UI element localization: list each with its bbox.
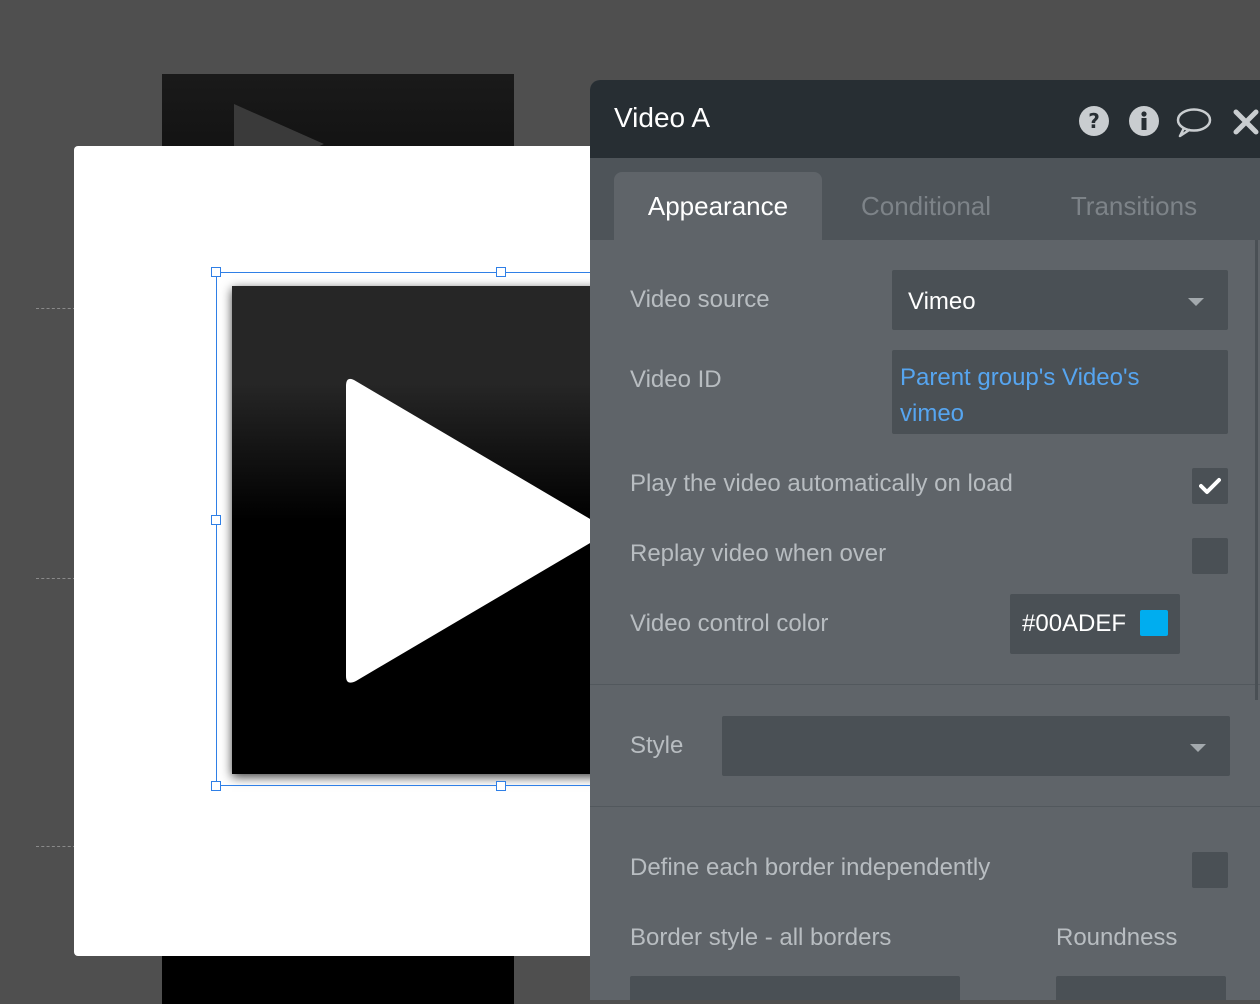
- replay-checkbox[interactable]: [1192, 538, 1228, 574]
- border-style-label: Border style - all borders: [630, 924, 892, 951]
- section-divider: [590, 684, 1260, 685]
- video-source-label: Video source: [630, 286, 770, 313]
- resize-handle-bottom-left[interactable]: [211, 781, 221, 791]
- close-icon[interactable]: [1232, 108, 1260, 136]
- border-style-dropdown[interactable]: [630, 976, 960, 1000]
- control-color-picker[interactable]: #00ADEF: [1010, 594, 1180, 654]
- roundness-input[interactable]: [1056, 976, 1226, 1000]
- replay-label: Replay video when over: [630, 540, 887, 567]
- help-icon[interactable]: ?: [1078, 105, 1110, 137]
- control-color-label: Video control color: [630, 610, 829, 637]
- roundness-label: Roundness: [1056, 924, 1178, 951]
- section-divider: [590, 806, 1260, 807]
- autoplay-checkbox[interactable]: [1192, 468, 1228, 504]
- resize-handle-bottom[interactable]: [496, 781, 506, 791]
- panel-title: Video A: [614, 102, 711, 133]
- tab-bar: Appearance Conditional Transitions: [590, 158, 1260, 240]
- selection-outline: [216, 272, 616, 786]
- comment-icon[interactable]: [1175, 107, 1213, 139]
- tab-transitions[interactable]: Transitions: [1050, 172, 1218, 240]
- guide-line: [36, 846, 76, 847]
- control-color-value: #00ADEF: [1022, 610, 1127, 637]
- resize-handle-top[interactable]: [496, 267, 506, 277]
- scrollbar[interactable]: [1255, 240, 1258, 700]
- chevron-down-icon: [1190, 744, 1206, 752]
- guide-line: [36, 308, 76, 309]
- chevron-down-icon: [1188, 298, 1204, 306]
- svg-text:?: ?: [1088, 109, 1100, 133]
- resize-handle-left[interactable]: [211, 515, 221, 525]
- video-source-dropdown[interactable]: Vimeo: [892, 270, 1228, 330]
- resize-handle-top-left[interactable]: [211, 267, 221, 277]
- border-independent-label: Define each border independently: [630, 854, 991, 881]
- panel-header: Video A ?: [590, 80, 1260, 158]
- style-label: Style: [630, 732, 684, 759]
- checkmark-icon: [1199, 478, 1221, 494]
- video-id-field[interactable]: Parent group's Video's vimeo: [892, 350, 1228, 434]
- property-editor-panel: Video A ? Appearance Conditional Transit…: [590, 80, 1260, 1000]
- video-id-expression[interactable]: Parent group's Video's vimeo: [900, 360, 1200, 432]
- border-independent-checkbox[interactable]: [1192, 852, 1228, 888]
- color-swatch[interactable]: [1140, 610, 1168, 636]
- video-id-label: Video ID: [630, 366, 722, 393]
- guide-line: [36, 578, 76, 579]
- tab-conditional[interactable]: Conditional: [842, 172, 1010, 240]
- tab-appearance[interactable]: Appearance: [614, 172, 822, 240]
- video-source-value: Vimeo: [908, 288, 976, 315]
- style-dropdown[interactable]: [722, 716, 1230, 776]
- info-icon[interactable]: [1128, 105, 1160, 137]
- autoplay-label: Play the video automatically on load: [630, 470, 1013, 497]
